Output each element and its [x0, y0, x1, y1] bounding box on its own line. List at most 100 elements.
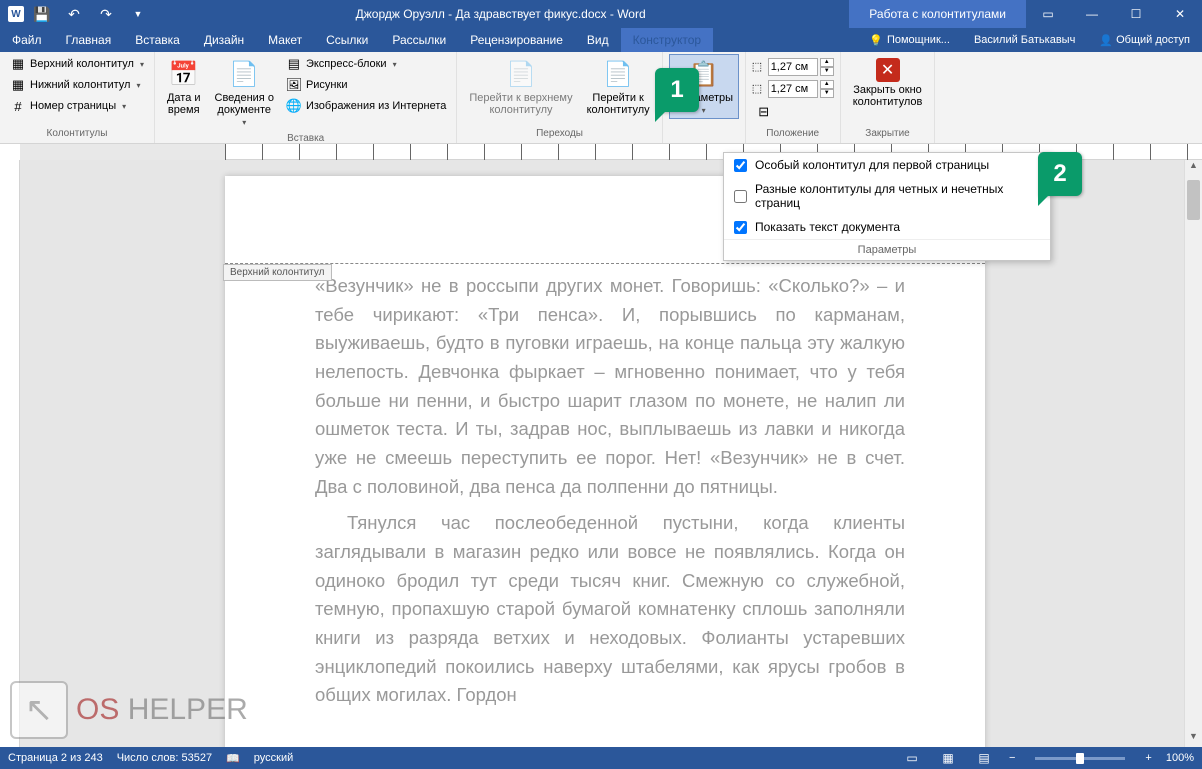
goto-header-icon: 📄: [505, 58, 537, 90]
parameters-dropdown: Особый колонтитул для первой страницы Ра…: [723, 152, 1051, 261]
undo-button[interactable]: ↶: [60, 0, 88, 28]
blocks-icon: ▤: [286, 56, 302, 72]
close-button[interactable]: ✕: [1158, 0, 1202, 28]
view-web-layout[interactable]: ▤: [973, 749, 995, 767]
footer-bottom-spinner[interactable]: ⬚ ▲▼: [752, 80, 834, 98]
goto-footer-icon: 📄: [602, 58, 634, 90]
book-icon: 📖: [226, 752, 240, 765]
tab-mailings[interactable]: Рассылки: [380, 28, 458, 52]
vertical-scrollbar[interactable]: ▲ ▼: [1184, 160, 1202, 747]
checkbox[interactable]: [734, 221, 747, 234]
params-title: Параметры: [724, 239, 1050, 260]
minimize-button[interactable]: —: [1070, 0, 1114, 28]
zoom-in[interactable]: +: [1145, 752, 1151, 764]
param-odd-even-different[interactable]: Разные колонтитулы для четных и нечетных…: [724, 177, 1050, 215]
spin-up[interactable]: ▲: [820, 58, 834, 67]
scrollbar-thumb[interactable]: [1187, 180, 1200, 220]
paragraph: «Везунчик» не в россыпи других монет. Го…: [315, 272, 905, 501]
goto-footer-button[interactable]: 📄 Перейти к колонтитулу: [581, 54, 656, 120]
status-proof[interactable]: 📖: [226, 752, 240, 765]
tab-designer[interactable]: Конструктор: [621, 28, 713, 52]
tab-review[interactable]: Рецензирование: [458, 28, 575, 52]
margin-bottom-icon: ⬚: [752, 82, 766, 96]
spin-down[interactable]: ▼: [820, 89, 834, 98]
picture-icon: 🖼: [286, 77, 302, 93]
status-page[interactable]: Страница 2 из 243: [8, 752, 103, 764]
header-dropdown[interactable]: ▦Верхний колонтитул▾: [6, 54, 148, 74]
share-icon: 👤: [1099, 34, 1113, 47]
callout-1: 1: [655, 68, 699, 112]
ribbon-tabs: Файл Главная Вставка Дизайн Макет Ссылки…: [0, 28, 1202, 52]
tab-insert[interactable]: Вставка: [123, 28, 192, 52]
info-icon: 📄: [228, 58, 260, 90]
tab-file[interactable]: Файл: [0, 28, 54, 52]
status-words[interactable]: Число слов: 53527: [117, 752, 212, 764]
bulb-icon: 💡: [869, 34, 883, 47]
footer-dropdown[interactable]: ▦Нижний колонтитул▾: [6, 75, 148, 95]
paragraph: Тянулся час послеобеденной пустыни, когд…: [315, 509, 905, 710]
scroll-down-icon[interactable]: ▼: [1185, 731, 1202, 747]
online-picture-icon: 🌐: [286, 98, 302, 114]
tell-me[interactable]: 💡Помощник...: [857, 28, 962, 52]
quick-parts-button[interactable]: ▤Экспресс-блоки▾: [282, 54, 450, 74]
share-button[interactable]: 👤 Общий доступ: [1087, 28, 1202, 52]
footer-bottom-input[interactable]: [768, 80, 818, 98]
user-name[interactable]: Василий Батькавыч: [962, 28, 1087, 52]
app-icon: W: [8, 6, 24, 22]
page-number-dropdown[interactable]: #Номер страницы▾: [6, 96, 148, 116]
online-pictures-button[interactable]: 🌐Изображения из Интернета: [282, 96, 450, 116]
goto-header-button: 📄 Перейти к верхнему колонтитулу: [463, 54, 578, 120]
close-header-footer-button[interactable]: ✕ Закрыть окно колонтитулов: [847, 54, 929, 112]
zoom-slider[interactable]: [1035, 757, 1125, 760]
tab-layout[interactable]: Макет: [256, 28, 314, 52]
scroll-up-icon[interactable]: ▲: [1185, 160, 1202, 176]
callout-2: 2: [1038, 152, 1082, 196]
footer-icon: ▦: [10, 77, 26, 93]
window-title: Джордж Оруэлл - Да здравствует фикус.doc…: [152, 7, 849, 21]
tab-icon: ⊟: [756, 104, 772, 120]
status-language[interactable]: русский: [254, 752, 293, 764]
status-bar: Страница 2 из 243 Число слов: 53527 📖 ру…: [0, 747, 1202, 769]
header-top-spinner[interactable]: ⬚ ▲▼: [752, 58, 834, 76]
tab-design[interactable]: Дизайн: [192, 28, 256, 52]
document-text: «Везунчик» не в россыпи других монет. Го…: [225, 264, 985, 738]
group-close-label: Закрытие: [847, 126, 929, 141]
pictures-button[interactable]: 🖼Рисунки: [282, 75, 450, 95]
zoom-level[interactable]: 100%: [1166, 752, 1194, 764]
zoom-out[interactable]: −: [1009, 752, 1015, 764]
doc-info-button[interactable]: 📄 Сведения о документе ▾: [209, 54, 280, 131]
redo-button[interactable]: ↷: [92, 0, 120, 28]
header-top-input[interactable]: [768, 58, 818, 76]
tab-view[interactable]: Вид: [575, 28, 621, 52]
ribbon: ▦Верхний колонтитул▾ ▦Нижний колонтитул▾…: [0, 52, 1202, 144]
header-icon: ▦: [10, 56, 26, 72]
group-headers-label: Колонтитулы: [6, 126, 148, 141]
view-print-layout[interactable]: ▦: [937, 749, 959, 767]
ribbon-options-icon[interactable]: ▭: [1026, 0, 1070, 28]
group-position-label: Положение: [752, 126, 834, 141]
title-bar: W 💾 ↶ ↷ ▼ Джордж Оруэлл - Да здравствует…: [0, 0, 1202, 28]
param-show-document-text[interactable]: Показать текст документа: [724, 215, 1050, 239]
checkbox[interactable]: [734, 159, 747, 172]
contextual-tab-title: Работа с колонтитулами: [849, 0, 1026, 28]
checkbox[interactable]: [734, 190, 747, 203]
hash-icon: #: [10, 98, 26, 114]
tab-home[interactable]: Главная: [54, 28, 124, 52]
save-button[interactable]: 💾: [28, 0, 56, 28]
vertical-ruler[interactable]: [0, 160, 20, 747]
maximize-button[interactable]: ☐: [1114, 0, 1158, 28]
qat-customize[interactable]: ▼: [124, 0, 152, 28]
spin-down[interactable]: ▼: [820, 67, 834, 76]
group-nav-label: Переходы: [463, 126, 655, 141]
page[interactable]: Верхний колонтитул «Везунчик» не в россы…: [225, 176, 985, 747]
date-time-button[interactable]: 📅 Дата и время: [161, 54, 207, 120]
view-read-mode[interactable]: ▭: [901, 749, 923, 767]
header-label: Верхний колонтитул: [223, 264, 332, 281]
insert-tab-button[interactable]: ⊟: [752, 102, 834, 122]
margin-top-icon: ⬚: [752, 60, 766, 74]
spin-up[interactable]: ▲: [820, 80, 834, 89]
calendar-icon: 📅: [168, 58, 200, 90]
param-first-page-different[interactable]: Особый колонтитул для первой страницы: [724, 153, 1050, 177]
tab-references[interactable]: Ссылки: [314, 28, 380, 52]
close-x-icon: ✕: [876, 58, 900, 82]
